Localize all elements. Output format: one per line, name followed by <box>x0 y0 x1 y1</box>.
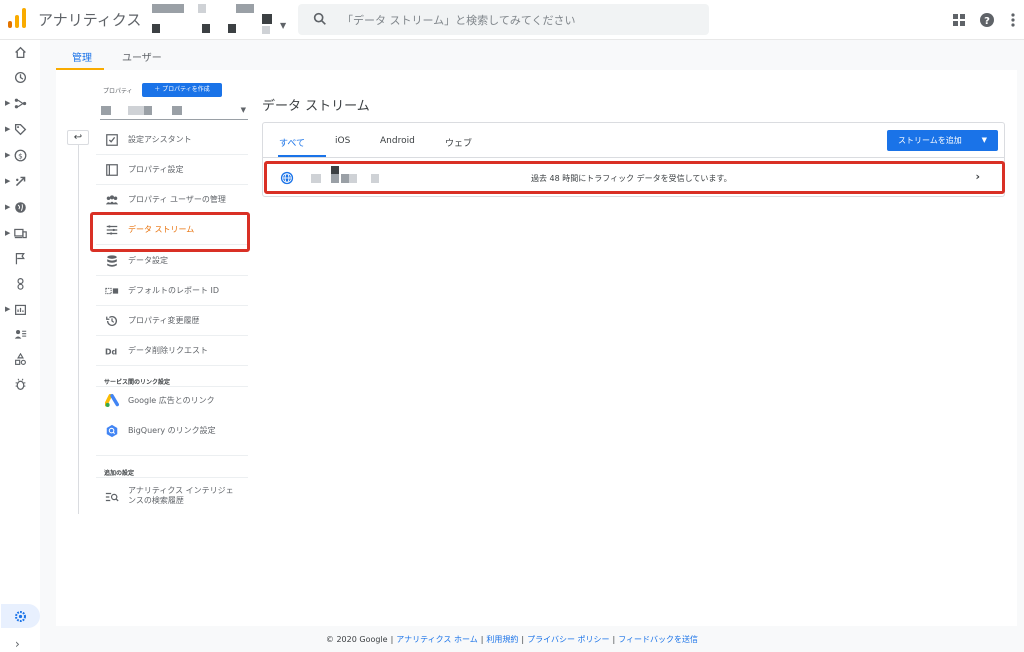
search-placeholder: 「データ ストリーム」と検索してみてください <box>342 14 576 27</box>
property-label: プロパティ <box>103 88 133 95</box>
nav-divider <box>78 145 79 514</box>
nav-label: データ設定 <box>128 256 168 265</box>
home-icon[interactable] <box>14 46 27 59</box>
footer-link-privacy[interactable]: プライバシー ポリシー <box>527 635 609 644</box>
apps-icon[interactable] <box>951 12 967 28</box>
section-divider <box>96 455 248 456</box>
chevron-down-icon: ▼ <box>981 136 987 144</box>
audiences-icon[interactable] <box>14 328 27 341</box>
nav-label: Google 広告とのリンク <box>128 396 215 405</box>
stream-tab-android[interactable]: Android <box>380 136 415 146</box>
demographics-globe-icon[interactable] <box>14 201 27 214</box>
admin-tabs: 管理 ユーザー <box>56 40 1024 70</box>
shapes-icon[interactable] <box>14 353 27 366</box>
nav-label: データ削除リクエスト <box>128 346 208 355</box>
tab-users[interactable]: ユーザー <box>122 49 162 64</box>
nav-property-users[interactable]: プロパティ ユーザーの管理 <box>96 185 248 215</box>
svg-text:$: $ <box>18 151 23 160</box>
search-history-icon <box>105 492 119 502</box>
page-title: データ ストリーム <box>262 99 370 114</box>
users-icon <box>105 195 119 205</box>
expand-caret-icon[interactable]: ▶ <box>5 125 10 133</box>
expand-caret-icon[interactable]: ▶ <box>5 151 10 159</box>
flow-icon[interactable] <box>14 97 27 110</box>
footer-link-home[interactable]: アナリティクス ホーム <box>396 635 477 644</box>
nav-property-settings[interactable]: プロパティ設定 <box>96 155 248 185</box>
nav-label: プロパティ ユーザーの管理 <box>128 195 226 204</box>
monetization-icon[interactable]: $ <box>14 149 27 162</box>
footer-copyright: © 2020 Google <box>325 635 388 644</box>
create-property-button[interactable]: ＋ プロパティを作成 <box>142 83 222 97</box>
expand-caret-icon[interactable]: ▶ <box>5 177 10 185</box>
account-dropdown-icon[interactable]: ▼ <box>280 21 286 30</box>
search-icon <box>313 12 326 25</box>
expand-caret-icon[interactable]: ▶ <box>5 203 10 211</box>
nav-label: デフォルトのレポート ID <box>128 286 220 295</box>
nav-intelligence-search-history[interactable]: アナリティクス インテリジェンスの検索履歴 <box>96 482 248 512</box>
flag-icon[interactable] <box>14 252 27 265</box>
bigquery-icon <box>106 424 118 438</box>
user-explorer-icon[interactable] <box>14 277 27 290</box>
expand-caret-icon[interactable]: ▶ <box>5 229 10 237</box>
section-title-links: サービス間のリンク設定 <box>104 379 171 386</box>
checklist-icon <box>106 134 118 146</box>
nav-label: プロパティ設定 <box>128 165 184 174</box>
expand-caret-icon[interactable]: ▶ <box>5 305 10 313</box>
svg-text:Dd: Dd <box>105 348 117 357</box>
add-stream-label: ストリームを追加 <box>898 136 962 145</box>
card-divider <box>263 157 1004 158</box>
stream-tab-ios[interactable]: iOS <box>335 136 350 146</box>
nav-label: BigQuery のリンク設定 <box>128 426 216 435</box>
report-id-icon <box>105 287 119 295</box>
section-divider <box>96 477 248 478</box>
history-icon <box>106 316 118 327</box>
account-selector[interactable] <box>150 2 290 36</box>
data-deletion-icon: Dd <box>105 348 117 357</box>
nav-data-deletion-requests[interactable]: Dd データ削除リクエスト <box>96 336 248 366</box>
footer-link-terms[interactable]: 利用規約 <box>486 635 518 644</box>
tab-admin[interactable]: 管理 <box>72 49 92 64</box>
highlight-stream-row <box>264 161 1005 194</box>
footer-link-feedback[interactable]: フィードバックを送信 <box>618 635 698 644</box>
analysis-icon[interactable] <box>14 303 27 316</box>
nav-bigquery-link[interactable]: BigQuery のリンク設定 <box>96 416 248 446</box>
top-bar: アナリティクス ▼ 「データ ストリーム」と検索してみてください ? <box>0 0 1024 40</box>
property-settings-icon <box>106 164 118 176</box>
nav-label: 設定アシスタント <box>128 135 192 144</box>
svg-text:?: ? <box>984 16 990 27</box>
section-title-additional: 追加の設定 <box>104 470 135 477</box>
nav-property-change-history[interactable]: プロパティ変更履歴 <box>96 306 248 336</box>
add-stream-button[interactable]: ストリームを追加 ▼ <box>887 130 998 151</box>
expand-caret-icon[interactable]: ▶ <box>5 99 10 107</box>
highlight-data-streams-nav <box>90 212 250 252</box>
nav-setup-assistant[interactable]: 設定アシスタント <box>96 125 248 155</box>
retention-icon[interactable] <box>14 175 27 188</box>
google-ads-icon <box>105 394 119 407</box>
nav-label: アナリティクス インテリジェンスの検索履歴 <box>128 486 234 505</box>
analytics-logo-icon[interactable] <box>8 8 26 28</box>
property-dropdown-icon[interactable]: ▼ <box>241 106 246 114</box>
tag-icon[interactable] <box>14 123 27 136</box>
footer: © 2020 Google | アナリティクス ホーム | 利用規約 | プライバシー ポリ… <box>325 635 699 644</box>
more-options-icon[interactable] <box>1005 12 1021 28</box>
nav-default-report-id[interactable]: デフォルトのレポート ID <box>96 276 248 306</box>
search-bar[interactable]: 「データ ストリーム」と検索してみてください <box>298 4 709 35</box>
debug-icon[interactable] <box>14 378 27 391</box>
nav-label: プロパティ変更履歴 <box>128 316 200 325</box>
stream-tab-web[interactable]: ウェブ <box>445 136 472 149</box>
nav-google-ads-link[interactable]: Google 広告とのリンク <box>96 386 248 416</box>
help-icon[interactable]: ? <box>979 12 995 28</box>
back-button[interactable]: ↩ <box>67 130 89 145</box>
admin-gear-icon[interactable] <box>14 610 27 623</box>
stream-tab-all[interactable]: すべて <box>279 136 305 149</box>
property-selector[interactable]: ▼ <box>100 103 248 120</box>
tech-devices-icon[interactable] <box>14 227 27 240</box>
app-title: アナリティクス <box>38 11 142 29</box>
database-icon <box>107 255 117 267</box>
realtime-clock-icon[interactable] <box>14 71 27 84</box>
